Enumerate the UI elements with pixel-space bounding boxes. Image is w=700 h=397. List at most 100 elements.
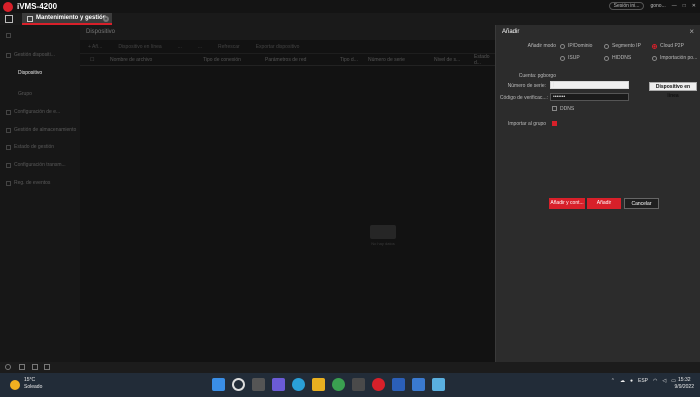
serial-label: Número de serie: [507, 83, 546, 89]
taskbar-apps [212, 378, 445, 391]
toolbar-button-3[interactable]: ... [178, 44, 182, 50]
mode-cloud-p2p[interactable]: Cloud P2P [652, 43, 684, 49]
cancel-button[interactable]: Cancelar [624, 198, 659, 209]
online-device-button[interactable]: Dispositivo en línea [118, 44, 161, 50]
serial-number-input[interactable]: | [550, 81, 629, 89]
language-indicator[interactable]: ESP [638, 378, 648, 384]
verification-code-input[interactable]: ••••••• [550, 93, 629, 101]
main-panel: Dispositivo + Añ... Dispositivo en línea… [80, 25, 495, 362]
toolbar-button-4[interactable]: ... [198, 44, 202, 50]
import-group-checkbox[interactable] [552, 121, 557, 126]
sidebar-item-status[interactable]: Estado de gestión [6, 144, 54, 150]
select-all-checkbox[interactable]: ☐ [90, 57, 110, 63]
windows-start-icon[interactable] [212, 378, 225, 391]
add-button[interactable]: + Añ... [88, 44, 102, 50]
tab-maintenance[interactable]: Mantenimiento y gestión × [22, 13, 112, 25]
column-header[interactable]: Nombre de archivo [110, 57, 203, 63]
verification-code-label: Código de verificac...: [499, 95, 548, 101]
chrome-icon[interactable] [332, 378, 345, 391]
radio-icon [604, 55, 609, 61]
alarm-icon[interactable] [5, 364, 11, 370]
export-button[interactable]: Exportar dispositivo [256, 44, 300, 50]
radio-selected-icon [652, 43, 657, 49]
transmission-icon [6, 162, 11, 168]
chat-icon[interactable] [272, 378, 285, 391]
sidebar-item-transmission[interactable]: Configuración transm... [6, 162, 66, 168]
wifi-icon[interactable]: ◠ [653, 378, 657, 384]
radio-icon [604, 43, 609, 49]
app-logo-icon [3, 1, 13, 12]
tab-bar: Mantenimiento y gestión × [0, 13, 700, 25]
refresh-button[interactable]: Refrescar [218, 44, 240, 50]
windows-taskbar: 15°C Soleado ⌃ ☁ ● ESP ◠ ◁ ▭ 15:32 9/9/2… [0, 373, 700, 397]
ddns-label: DDNS [560, 106, 575, 112]
user-menu[interactable]: gono... [650, 3, 665, 9]
sidebar-item-storage[interactable]: Gestión de almacenamiento [6, 127, 76, 133]
tab-close-icon[interactable]: × [103, 16, 109, 22]
search-icon[interactable] [232, 378, 245, 391]
column-header[interactable]: Estado d... [474, 54, 496, 66]
column-header[interactable]: Tipo de conexión [203, 57, 265, 63]
task-view-icon[interactable] [252, 378, 265, 391]
empty-box-icon [370, 225, 396, 239]
table-header: ☐ Nombre de archivo Tipo de conexión Par… [80, 54, 495, 66]
tray-chevron-icon[interactable]: ⌃ [611, 378, 615, 384]
volume-icon[interactable]: ◁ [662, 378, 666, 384]
toolbar: + Añ... Dispositivo en línea ... ... Ref… [80, 40, 495, 54]
import-group-label: Importar al grupo [508, 121, 547, 127]
page-title: Dispositivo [80, 25, 495, 40]
sidebar-item-event-log[interactable]: Reg. de eventos [6, 180, 50, 186]
lock-icon[interactable] [44, 364, 50, 370]
radio-icon [560, 55, 565, 61]
mode-batch-import[interactable]: Importación po... [652, 55, 697, 61]
weather-widget[interactable]: 15°C Soleado [24, 377, 42, 391]
add-device-dialog: Añadir × Añadir modo IP/Dominio Segmento… [495, 25, 700, 362]
module-grid-icon[interactable] [5, 15, 13, 23]
mic-icon[interactable]: ● [630, 378, 633, 384]
sidebar-item-device-management[interactable]: Gestión dispositi... [6, 52, 55, 58]
device-icon [27, 16, 33, 22]
sound-icon[interactable] [32, 364, 38, 370]
edge-icon[interactable] [292, 378, 305, 391]
add-mode-label: Añadir modo [527, 43, 556, 49]
column-header[interactable]: Número de serie [368, 57, 434, 63]
column-header[interactable]: Tipo d... [340, 57, 368, 63]
delete-icon[interactable] [19, 364, 25, 370]
app-title: iVMS-4200 [17, 2, 58, 11]
system-tray: ⌃ ☁ ● ESP ◠ ◁ ▭ [611, 378, 676, 384]
title-bar-right: Sesión ini... gono... — □ ✕ [608, 2, 696, 10]
photos-icon[interactable] [432, 378, 445, 391]
clock[interactable]: 15:32 9/9/2022 [675, 377, 694, 391]
sidebar-item-device[interactable]: Dispositivo [18, 70, 42, 76]
app-icon[interactable] [352, 378, 365, 391]
ddns-checkbox[interactable] [552, 106, 557, 111]
dialog-close-icon[interactable]: × [689, 27, 694, 36]
calculator-icon[interactable] [412, 378, 425, 391]
word-icon[interactable] [392, 378, 405, 391]
log-icon [6, 180, 11, 186]
sun-icon[interactable] [10, 380, 20, 390]
session-button[interactable]: Sesión ini... [608, 2, 645, 10]
account-label: Cuenta: pgborgo [518, 73, 556, 79]
sidebar-item-event-config[interactable]: Configuración de e... [6, 109, 60, 115]
mode-isup[interactable]: ISUP [560, 55, 580, 61]
file-explorer-icon[interactable] [312, 378, 325, 391]
mode-hiddns[interactable]: HIDDNS [604, 55, 631, 61]
cloud-icon[interactable]: ☁ [620, 378, 625, 384]
minimize-icon[interactable]: — [672, 3, 677, 9]
column-header[interactable]: Nivel de s... [434, 57, 474, 63]
column-header[interactable]: Parámetros de red [265, 57, 340, 63]
ivms-icon[interactable] [372, 378, 385, 391]
mode-ip-domain[interactable]: IP/Dominio [560, 43, 592, 49]
dialog-title: Añadir [502, 29, 520, 35]
tab-label: Mantenimiento y gestión [36, 15, 107, 21]
sidebar: Gestión dispositi... Dispositivo Grupo C… [0, 25, 80, 362]
sidebar-item-group[interactable]: Grupo [18, 91, 32, 97]
sidebar-menu-icon[interactable] [6, 33, 11, 38]
maximize-icon[interactable]: □ [683, 3, 686, 9]
mode-ip-segment[interactable]: Segmento IP [604, 43, 641, 49]
add-continue-button[interactable]: Añadir y cont... [549, 198, 585, 209]
add-button[interactable]: Añadir [587, 198, 621, 209]
close-icon[interactable]: ✕ [692, 3, 696, 9]
online-device-button[interactable]: Dispositivo en línea [649, 82, 697, 99]
